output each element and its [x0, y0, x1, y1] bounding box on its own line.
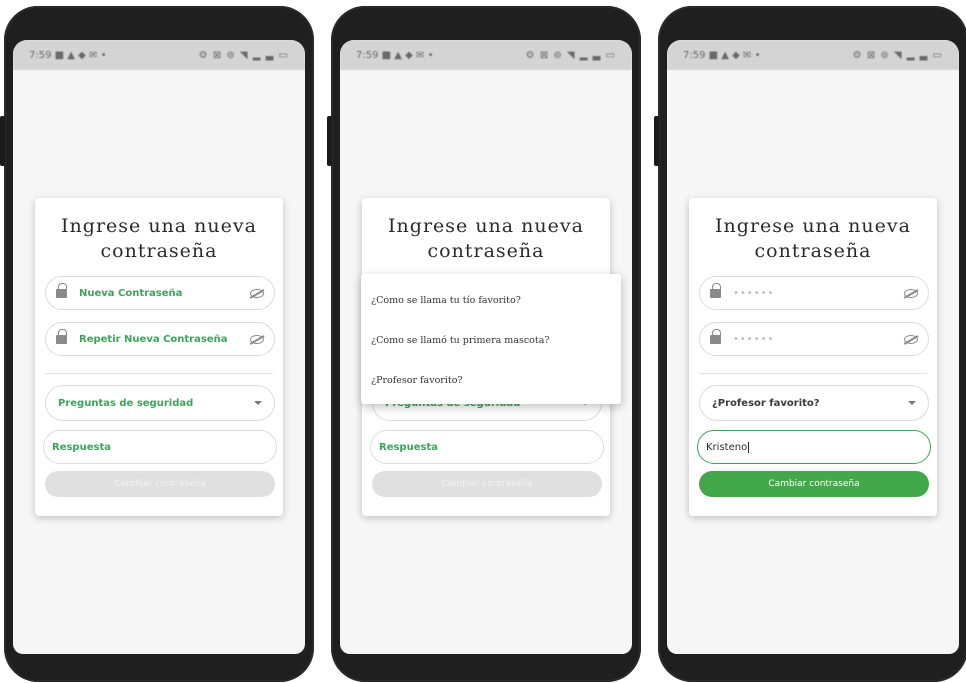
chevron-down-icon	[908, 401, 916, 405]
status-right-icons: ⚙ ⊠ ⊚ ◥ ▂ ▃ ▭	[525, 49, 616, 61]
status-bar: 7:59 ■ ▲ ◆ ✉ • ⚙ ⊠ ⊚ ◥ ▂ ▃ ▭	[667, 40, 959, 70]
status-time-icons: 7:59 ■ ▲ ◆ ✉ •	[683, 49, 761, 61]
chevron-down-icon	[254, 401, 262, 405]
security-question-dropdown: ¿Como se llama tu tío favorito? ¿Como se…	[361, 274, 621, 404]
new-password-placeholder: Nueva Contraseña	[79, 287, 183, 299]
repeat-password-field[interactable]: Repetir Nueva Contraseña	[45, 322, 275, 356]
eye-off-icon[interactable]	[250, 334, 264, 344]
answer-field[interactable]: Respuesta	[370, 430, 604, 464]
text-cursor	[748, 441, 750, 453]
security-question-placeholder: Preguntas de seguridad	[58, 397, 194, 409]
answer-placeholder: Respuesta	[52, 441, 111, 453]
change-password-button[interactable]: Cambiar contraseña	[372, 471, 602, 497]
screen-1: 7:59 ■ ▲ ◆ ✉ • ⚙ ⊠ ⊚ ◥ ▂ ▃ ▭ Ingrese una…	[13, 40, 305, 654]
card-title: Ingrese una nueva contraseña	[715, 215, 911, 262]
status-bar: 7:59 ■ ▲ ◆ ✉ • ⚙ ⊠ ⊚ ◥ ▂ ▃ ▭	[13, 40, 305, 70]
security-question-select[interactable]: Preguntas de seguridad	[45, 385, 275, 421]
answer-field[interactable]: Respuesta	[43, 430, 277, 464]
dropdown-option[interactable]: ¿Profesor favorito?	[361, 360, 621, 400]
lock-icon	[710, 283, 721, 298]
status-right-icons: ⚙ ⊠ ⊚ ◥ ▂ ▃ ▭	[852, 49, 943, 61]
dropdown-option[interactable]: ¿Como se llama tu tío favorito?	[361, 280, 621, 320]
divider	[699, 373, 927, 374]
status-time-icons: 7:59 ■ ▲ ◆ ✉ •	[29, 49, 107, 61]
card-title: Ingrese una nueva contraseña	[61, 215, 257, 262]
eye-off-icon[interactable]	[904, 334, 918, 344]
masked-password: ••••••	[733, 333, 775, 345]
answer-field[interactable]: Kristeno	[697, 430, 931, 464]
password-card: Ingrese una nueva contraseña Nueva Contr…	[35, 198, 283, 516]
change-password-button[interactable]: Cambiar contraseña	[45, 471, 275, 497]
screen-3: 7:59 ■ ▲ ◆ ✉ • ⚙ ⊠ ⊚ ◥ ▂ ▃ ▭ Ingrese una…	[667, 40, 959, 654]
card-title: Ingrese una nueva contraseña	[388, 215, 584, 262]
answer-placeholder: Respuesta	[379, 441, 438, 453]
new-password-field[interactable]: ••••••	[699, 276, 929, 310]
masked-password: ••••••	[733, 287, 775, 299]
eye-off-icon[interactable]	[904, 288, 918, 298]
security-question-select[interactable]: ¿Profesor favorito?	[699, 385, 929, 421]
repeat-password-placeholder: Repetir Nueva Contraseña	[79, 333, 228, 345]
password-card: Ingrese una nueva contraseña •••••• ••••…	[689, 198, 937, 516]
phone-frame-2: 7:59 ■ ▲ ◆ ✉ • ⚙ ⊠ ⊚ ◥ ▂ ▃ ▭ Ingrese una…	[327, 6, 641, 682]
answer-value: Kristeno	[706, 441, 748, 453]
divider	[45, 373, 273, 374]
phone-frame-3: 7:59 ■ ▲ ◆ ✉ • ⚙ ⊠ ⊚ ◥ ▂ ▃ ▭ Ingrese una…	[654, 6, 966, 682]
new-password-field[interactable]: Nueva Contraseña	[45, 276, 275, 310]
repeat-password-field[interactable]: ••••••	[699, 322, 929, 356]
eye-off-icon[interactable]	[250, 288, 264, 298]
status-right-icons: ⚙ ⊠ ⊚ ◥ ▂ ▃ ▭	[198, 49, 289, 61]
lock-icon	[56, 283, 67, 298]
lock-icon	[710, 329, 721, 344]
lock-icon	[56, 329, 67, 344]
selected-question: ¿Profesor favorito?	[712, 397, 820, 409]
phone-frame-1: 7:59 ■ ▲ ◆ ✉ • ⚙ ⊠ ⊚ ◥ ▂ ▃ ▭ Ingrese una…	[0, 6, 314, 682]
status-bar: 7:59 ■ ▲ ◆ ✉ • ⚙ ⊠ ⊚ ◥ ▂ ▃ ▭	[340, 40, 632, 70]
dropdown-option[interactable]: ¿Como se llamó tu primera mascota?	[361, 320, 621, 360]
status-time-icons: 7:59 ■ ▲ ◆ ✉ •	[356, 49, 434, 61]
change-password-button[interactable]: Cambiar contraseña	[699, 471, 929, 497]
